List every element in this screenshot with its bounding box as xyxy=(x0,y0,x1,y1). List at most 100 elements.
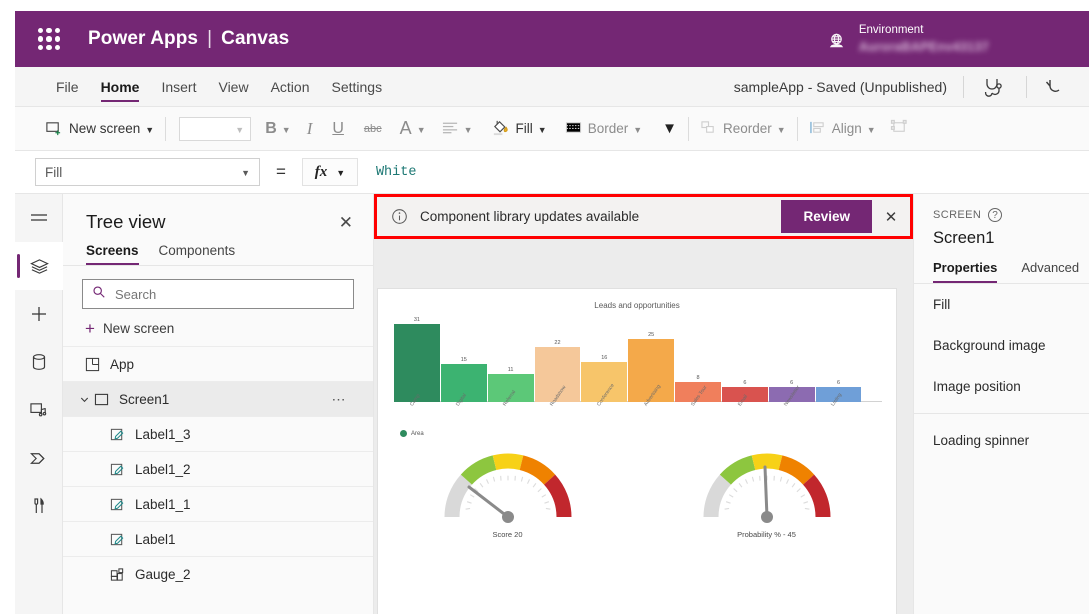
tree-item-more-menu[interactable]: ⋯ xyxy=(332,391,348,408)
bar-value: 15 xyxy=(460,357,467,363)
group-icon xyxy=(890,119,909,139)
bar-value: 6 xyxy=(837,380,841,386)
app-checker-stethoscope-icon[interactable] xyxy=(980,74,1006,105)
strikethrough-button[interactable]: abc xyxy=(364,123,382,135)
close-icon[interactable]: ✕ xyxy=(872,208,910,226)
tree-item-label1-3[interactable]: Label1_3 xyxy=(63,416,373,451)
property-row-fill[interactable]: Fill xyxy=(914,284,1089,325)
italic-button[interactable]: I xyxy=(307,119,313,139)
media-icon[interactable] xyxy=(15,386,63,434)
reorder-button[interactable]: Reorder ▼ xyxy=(700,120,786,138)
chevron-down-icon: ▼ xyxy=(633,124,643,135)
bold-button[interactable]: B ▼ xyxy=(265,120,290,138)
underline-button[interactable]: U xyxy=(332,120,344,138)
gauge-probability-dial xyxy=(703,453,830,523)
app-icon xyxy=(85,357,100,372)
menu-item-view[interactable]: View xyxy=(207,70,259,104)
new-screen-button[interactable]: New screen ▼ xyxy=(45,120,154,137)
gauge-score[interactable]: Score 20 xyxy=(440,447,576,539)
more-options-button[interactable]: ▼ xyxy=(662,120,677,137)
menu-item-action[interactable]: Action xyxy=(260,70,321,104)
chevron-down-icon: ▼ xyxy=(241,168,250,178)
notification-bar: Component library updates available Revi… xyxy=(374,194,913,239)
tree-view-layers-icon[interactable] xyxy=(15,242,63,290)
font-family-select[interactable]: ▼ xyxy=(179,116,252,141)
tree-item-app[interactable]: App xyxy=(63,346,373,381)
power-automate-icon[interactable] xyxy=(15,434,63,482)
bar-value: 16 xyxy=(601,355,608,361)
formula-bar: Fill ▼ = fx ▼ White xyxy=(15,151,1089,194)
tree-item-label1-2[interactable]: Label1_2 xyxy=(63,451,373,486)
chevron-down-icon: ▼ xyxy=(145,124,155,135)
gauges-row: Score 20 Probability % - 45 xyxy=(378,447,896,539)
menu-item-file[interactable]: File xyxy=(45,70,90,104)
review-button[interactable]: Review xyxy=(781,200,872,233)
tab-components[interactable]: Components xyxy=(159,243,236,265)
font-color-button[interactable]: A ▼ xyxy=(400,118,426,139)
bold-label: B xyxy=(265,119,277,137)
reorder-icon xyxy=(700,120,717,138)
menu-item-home[interactable]: Home xyxy=(90,70,151,104)
hamburger-menu-icon[interactable] xyxy=(15,194,63,242)
property-row-image-position[interactable]: Image position xyxy=(914,366,1089,407)
close-icon[interactable]: ✕ xyxy=(339,214,353,231)
text-align-button[interactable]: ▼ xyxy=(442,121,473,137)
insert-plus-icon[interactable] xyxy=(15,290,63,338)
bar-value: 11 xyxy=(507,367,514,373)
advanced-tools-icon[interactable] xyxy=(15,482,63,530)
equals-sign: = xyxy=(276,162,286,181)
tab-screens[interactable]: Screens xyxy=(86,243,139,265)
property-select[interactable]: Fill ▼ xyxy=(35,158,260,186)
property-row-loading-spinner[interactable]: Loading spinner xyxy=(914,420,1089,461)
menu-items: File Home Insert View Action Settings xyxy=(45,70,393,104)
title-bar: Power Apps | Canvas Environment AuroraBA… xyxy=(15,11,1089,67)
globe-icon xyxy=(827,32,846,56)
tab-advanced[interactable]: Advanced xyxy=(1021,260,1079,283)
label-icon xyxy=(110,462,125,477)
search-placeholder: Search xyxy=(115,286,157,302)
group-button[interactable] xyxy=(890,119,909,139)
properties-panel-kicker-label: SCREEN xyxy=(933,209,982,221)
divider xyxy=(914,413,1089,414)
fill-color-button[interactable]: Fill ▼ xyxy=(491,118,547,140)
environment-selector[interactable]: Environment AuroraBAPEnv43137 xyxy=(827,23,989,56)
menu-bar: File Home Insert View Action Settings sa… xyxy=(15,67,1089,107)
data-sources-icon[interactable] xyxy=(15,338,63,386)
chevron-down-icon: ▼ xyxy=(416,124,426,135)
properties-panel-kicker: SCREEN ? xyxy=(914,194,1089,222)
properties-panel: SCREEN ? Screen1 Properties Advanced Fil… xyxy=(913,194,1089,614)
align-button[interactable]: Align ▼ xyxy=(809,120,876,138)
search-icon xyxy=(92,285,106,304)
chevron-down-icon[interactable] xyxy=(79,394,90,405)
gauge-probability-caption: Probability % - 45 xyxy=(737,530,796,539)
menu-item-insert[interactable]: Insert xyxy=(150,70,207,104)
tree-item-label: Gauge_2 xyxy=(135,566,191,582)
property-row-background-image[interactable]: Background image xyxy=(914,325,1089,366)
chevron-down-icon: ▼ xyxy=(537,124,547,135)
new-screen-label: New screen xyxy=(69,121,141,136)
formula-input[interactable]: White xyxy=(376,165,417,180)
brand-separator: | xyxy=(207,28,213,49)
brand-product: Power Apps xyxy=(88,28,199,49)
fx-button[interactable]: fx ▼ xyxy=(301,158,358,186)
tab-properties[interactable]: Properties xyxy=(933,260,998,283)
waffle-grid-icon[interactable] xyxy=(38,28,60,50)
tree-item-screen1[interactable]: Screen1 ⋯ xyxy=(63,381,373,416)
tree-item-gauge-2[interactable]: Gauge_2 xyxy=(63,556,373,591)
notification-message: Component library updates available xyxy=(420,209,640,224)
search-input[interactable]: Search xyxy=(82,279,354,309)
undo-arrow-icon[interactable] xyxy=(1043,74,1069,105)
gauge-probability[interactable]: Probability % - 45 xyxy=(699,447,835,539)
left-icon-rail xyxy=(15,194,63,614)
help-circle-icon[interactable]: ? xyxy=(988,208,1003,222)
canvas-area[interactable]: Leads and opportunities 31 15 11 22 16 2… xyxy=(374,194,913,614)
border-button[interactable]: Border ▼ xyxy=(565,121,642,137)
tree-item-label1-1[interactable]: Label1_1 xyxy=(63,486,373,521)
tree-item-label: Screen1 xyxy=(119,391,170,407)
menu-item-settings[interactable]: Settings xyxy=(321,70,394,104)
tree-item-label1[interactable]: Label1 xyxy=(63,521,373,556)
new-screen-tree-button[interactable]: + New screen xyxy=(85,320,373,337)
tree-item-label: App xyxy=(110,356,135,372)
app-screen-preview[interactable]: Leads and opportunities 31 15 11 22 16 2… xyxy=(378,289,896,614)
chevron-down-icon: ▼ xyxy=(866,124,876,135)
